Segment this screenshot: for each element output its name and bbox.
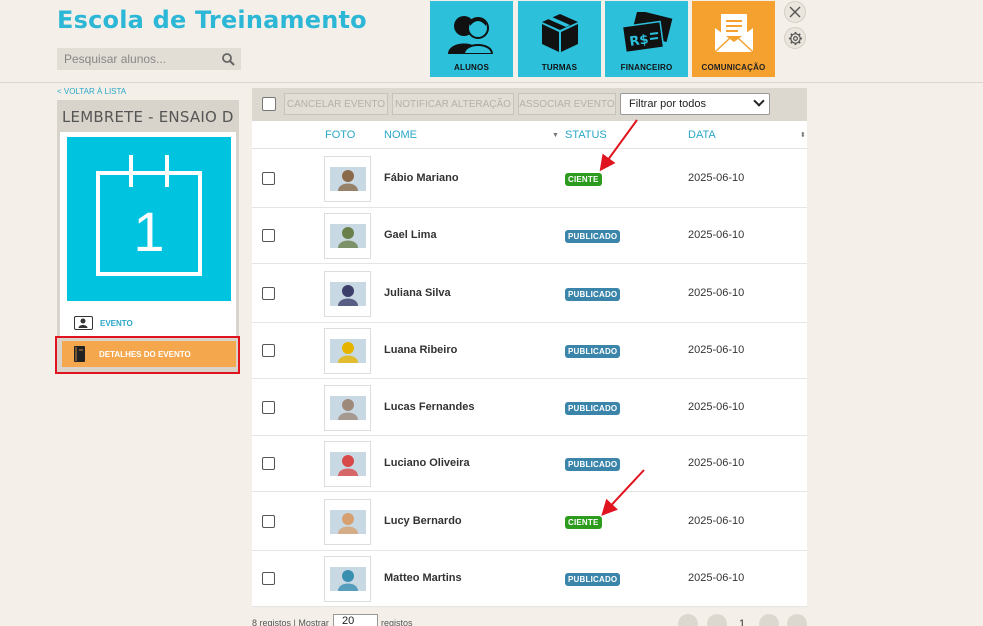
settings-button[interactable] bbox=[784, 27, 806, 49]
highlight-box bbox=[55, 336, 240, 374]
nav-tile-comunicacao[interactable]: COMUNICAÇÃO bbox=[692, 1, 775, 77]
nav-tile-alunos[interactable]: ALUNOS bbox=[430, 1, 513, 77]
annotation-arrows bbox=[599, 119, 645, 516]
next-page-button[interactable] bbox=[759, 614, 779, 626]
first-page-button[interactable] bbox=[678, 614, 698, 626]
gear-icon bbox=[788, 31, 802, 45]
header-divider bbox=[0, 82, 983, 83]
money-icon: R$ bbox=[621, 12, 672, 54]
current-page: 1 bbox=[739, 618, 746, 626]
box-icon bbox=[541, 14, 578, 52]
nav-label: FINANCEIRO bbox=[620, 63, 673, 72]
nav-label: TURMAS bbox=[541, 63, 578, 72]
search-icon[interactable] bbox=[221, 52, 235, 66]
students-icon bbox=[447, 16, 493, 54]
svg-text:R$: R$ bbox=[628, 32, 649, 50]
sidebar-item-evento[interactable]: EVENTO bbox=[74, 314, 133, 332]
app-title: Escola de Treinamento bbox=[57, 6, 367, 34]
close-button[interactable] bbox=[784, 1, 806, 23]
event-sidebar: LEMBRETE - ENSAIO D... 1 EVENTO DETALHES… bbox=[57, 100, 239, 374]
page-size-select[interactable]: 20 bbox=[333, 614, 378, 626]
search-box bbox=[57, 48, 241, 70]
calendar-day: 1 bbox=[133, 200, 164, 263]
nav-label: ALUNOS bbox=[454, 63, 489, 72]
event-card: 1 EVENTO bbox=[60, 132, 236, 338]
envelope-icon bbox=[713, 14, 754, 53]
back-to-list-link[interactable]: < VOLTAR À LISTA bbox=[57, 87, 126, 96]
close-icon bbox=[789, 6, 801, 18]
calendar-icon: 1 bbox=[96, 155, 202, 276]
last-page-button[interactable] bbox=[787, 614, 807, 626]
nav-tile-financeiro[interactable]: R$ FINANCEIRO bbox=[605, 1, 688, 77]
recipients-panel: CANCELAR EVENTO NOTIFICAR ALTERAÇÃO ASSO… bbox=[252, 88, 807, 607]
nav-label: COMUNICAÇÃO bbox=[701, 63, 766, 72]
prev-page-button[interactable] bbox=[707, 614, 727, 626]
nav-tile-turmas[interactable]: TURMAS bbox=[518, 1, 601, 77]
arrow-icon bbox=[599, 119, 638, 172]
event-title: LEMBRETE - ENSAIO D... bbox=[62, 108, 234, 126]
search-input[interactable] bbox=[57, 48, 217, 70]
person-card-icon bbox=[74, 316, 93, 330]
records-count: 8 registos | Mostrar bbox=[252, 618, 329, 626]
event-calendar-image: 1 bbox=[67, 137, 231, 301]
records-suffix: registos bbox=[381, 618, 413, 626]
sidebar-item-label: EVENTO bbox=[100, 318, 133, 328]
arrow-icon bbox=[601, 469, 645, 516]
